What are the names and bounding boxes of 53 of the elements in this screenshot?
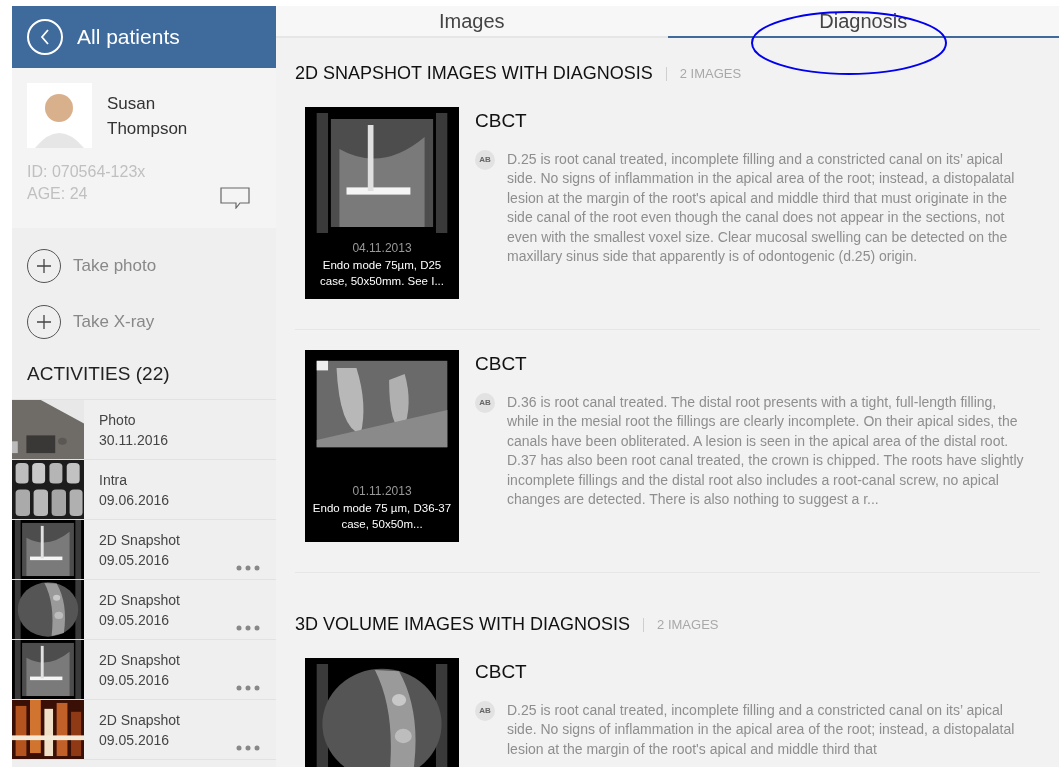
more-icon[interactable]: [236, 624, 260, 631]
image-count: 2 IMAGES: [657, 615, 719, 634]
activity-type: 2D Snapshot: [99, 590, 180, 610]
tab[interactable]: Diagnosis: [667, 6, 1059, 38]
tab[interactable]: Images: [276, 6, 668, 38]
activity-type: 2D Snapshot: [99, 710, 180, 730]
chevron-left-icon: [40, 29, 50, 45]
card-title: CBCT: [475, 660, 528, 684]
image-card[interactable]: 04.11.2013 Endo mode 75µm, D25 case, 50x50mm. See I...: [305, 107, 459, 299]
activity-item[interactable]: 2D Snapshot 09.05.2016: [12, 579, 276, 640]
plus-icon: [37, 259, 51, 273]
image-caption: Endo mode 75 µm, D36-37 case, 50x50m...: [311, 501, 453, 532]
activity-item[interactable]: Photo 30.11.2016: [12, 399, 276, 460]
patient-first-name: Susan: [107, 93, 157, 115]
activity-date: 30.11.2016: [99, 430, 169, 450]
activity-type: 2D Snapshot: [99, 650, 180, 670]
activity-item[interactable]: 2D Snapshot 09.05.2016: [12, 639, 276, 700]
author-badge: AB: [475, 392, 495, 413]
image-date: 01.11.2013: [352, 483, 412, 500]
activity-date: 09.05.2016: [99, 670, 171, 690]
more-icon[interactable]: [236, 744, 260, 751]
activity-date: 09.05.2016: [99, 610, 171, 630]
activity-date: 09.05.2016: [99, 730, 171, 750]
diagnosis-text: D.25 is root canal treated, incomplete filling and a constricted canal on its’ apical side. No signs of inflammation in the apical area of the root; instead, a distopalatal lesion at the margin of the root's apical and middle third that: [507, 700, 1016, 759]
activity-type: Photo: [99, 410, 137, 430]
activity-type: Intra: [99, 470, 128, 490]
more-icon[interactable]: [236, 684, 260, 691]
activity-item[interactable]: 2D Snapshot 09.05.2016: [12, 519, 276, 580]
plus-icon: [37, 315, 51, 329]
activity-date: 09.06.2016: [99, 490, 170, 510]
header-title: All patients: [77, 24, 180, 51]
more-icon[interactable]: [236, 564, 260, 571]
avatar: [27, 83, 92, 148]
diagnosis-text: D.36 is root canal treated. The distal root presents with a tight, full-length filling, while in the mesial root the fillings are clearly incomplete. On their apical sides, the canals have been obliterated. A lesion is seen in the apical area of the distal root. D.37 has also been root canal treated, the crown is chipped. The roots have slightly incomplete fillings and the distal root also includes a root-canal screw, no apical changes are detected. There is also nothing to suggest a r...: [507, 392, 1025, 509]
image-date: 04.11.2013: [352, 240, 412, 257]
section-title: 3D VOLUME IMAGES WITH DIAGNOSIS: [295, 613, 631, 636]
card-title: CBCT: [475, 352, 528, 376]
section-title: 2D SNAPSHOT IMAGES WITH DIAGNOSIS: [295, 62, 653, 85]
image-card[interactable]: 01.11.2013 Endo mode 75 µm, D36-37 case, 50x50m...: [305, 350, 459, 542]
diagnosis-text: D.25 is root canal treated, incomplete filling and a constricted canal on its’ apical side. No signs of inflammation in the apical area of the root; instead, a distopalatal lesion at the margin of the root's apical and middle third that must originate in the side canal of the root even though the canal does not appear in the sections, not even with the smallest voxel size. Clear mucosal swelling can be detected on the maxillary sinus side that apparently is of odontogenic (d.25) origin.: [507, 149, 1016, 266]
activity-type: 2D Snapshot: [99, 530, 180, 550]
image-caption: Endo mode 75µm, D25 case, 50x50mm. See I...: [319, 258, 445, 289]
activities-title: ACTIVITIES (22): [27, 362, 171, 386]
comment-icon[interactable]: [220, 187, 250, 209]
activity-item[interactable]: Intra 09.06.2016: [12, 459, 276, 520]
activity-item[interactable]: 2D Snapshot 09.05.2016: [12, 699, 276, 760]
image-count: 2 IMAGES: [679, 64, 742, 83]
activity-date: 09.05.2016: [99, 550, 171, 570]
author-badge: AB: [475, 700, 495, 721]
author-badge: AB: [475, 149, 495, 170]
patient-last-name: Thompson: [107, 118, 188, 140]
back-button[interactable]: [27, 19, 63, 55]
card-title: CBCT: [475, 109, 528, 133]
